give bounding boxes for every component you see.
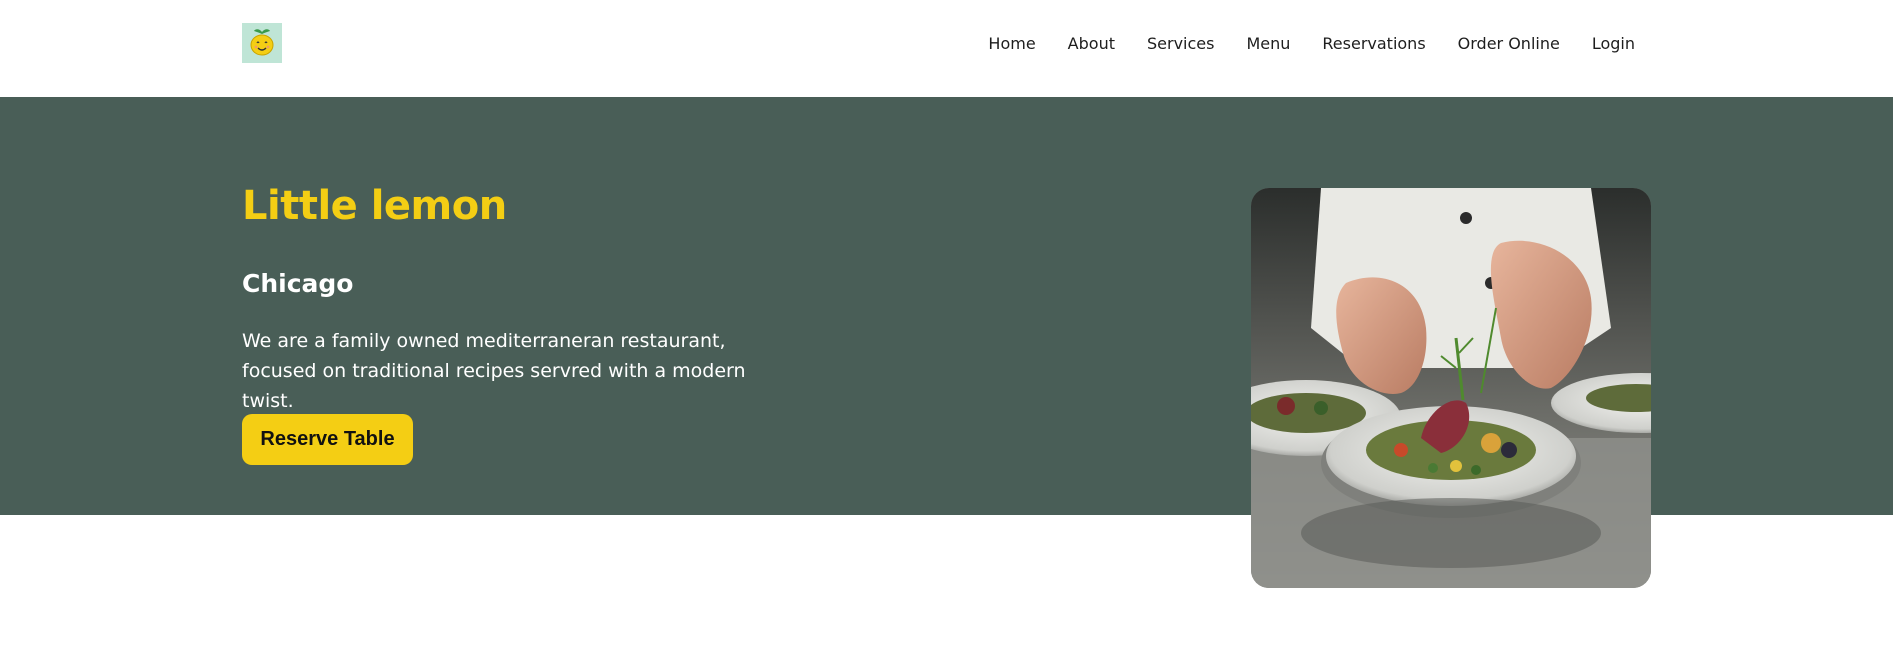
nav-reservations[interactable]: Reservations [1322,34,1425,53]
nav-home[interactable]: Home [988,34,1035,53]
nav-order-online[interactable]: Order Online [1458,34,1560,53]
site-header: Home About Services Menu Reservations Or… [0,0,1893,97]
nav-login[interactable]: Login [1592,34,1635,53]
chef-plating-food-photo [1251,188,1651,588]
nav-menu[interactable]: Menu [1246,34,1290,53]
nav-about[interactable]: About [1068,34,1115,53]
hero-subtitle: Chicago [242,269,354,298]
reserve-table-button[interactable]: Reserve Table [242,414,413,465]
hero-title: Little lemon [242,183,507,229]
page: Home About Services Menu Reservations Or… [0,0,1893,659]
nav-services[interactable]: Services [1147,34,1214,53]
main-nav: Home About Services Menu Reservations Or… [988,34,1635,53]
lemon-logo-icon[interactable] [242,23,282,63]
hero-description: We are a family owned mediterraneran res… [242,330,746,412]
